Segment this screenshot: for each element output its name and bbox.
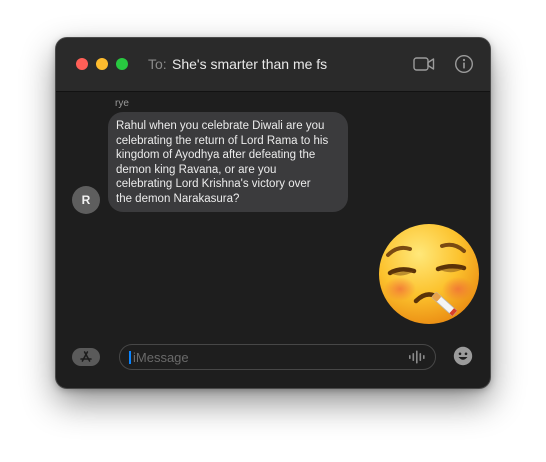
app-store-icon xyxy=(80,351,92,362)
recipient-name[interactable]: She's smarter than me fs xyxy=(172,56,327,72)
incoming-message-bubble[interactable]: Rahul when you celebrate Diwali are you … xyxy=(108,112,348,212)
audio-waveform-icon[interactable] xyxy=(408,350,426,369)
emoji-icon[interactable] xyxy=(453,346,473,371)
info-icon[interactable] xyxy=(454,54,474,79)
message-input-placeholder: iMessage xyxy=(133,350,189,365)
video-camera-icon[interactable] xyxy=(413,56,435,77)
avatar[interactable]: R xyxy=(72,186,100,214)
message-input[interactable]: iMessage xyxy=(119,344,436,370)
to-label: To: xyxy=(148,56,167,72)
sender-name: rye xyxy=(115,98,129,109)
app-store-button[interactable] xyxy=(72,348,100,366)
maximize-window-button[interactable] xyxy=(116,58,128,70)
messages-window: To: She's smarter than me fs rye R Rahul… xyxy=(56,38,490,388)
close-window-button[interactable] xyxy=(76,58,88,70)
minimize-window-button[interactable] xyxy=(96,58,108,70)
title-bar: To: She's smarter than me fs xyxy=(56,38,490,92)
text-caret xyxy=(129,351,131,364)
tired-smoking-emoji[interactable] xyxy=(376,221,482,332)
